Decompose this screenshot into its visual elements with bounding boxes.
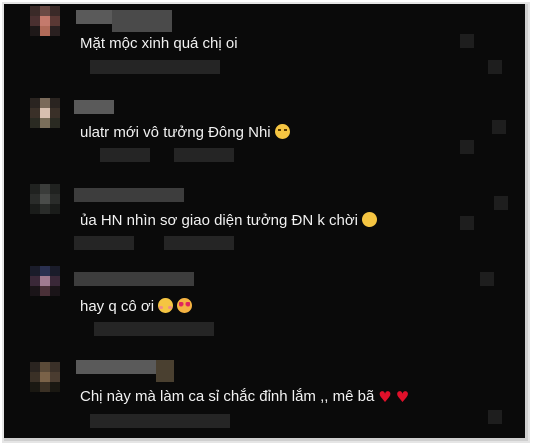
blurred-meta: [90, 60, 220, 74]
comment-text: Mặt mộc xinh quá chị oi: [80, 35, 238, 52]
red-heart-icon: ♥: [378, 388, 392, 406]
blurred-username: [74, 272, 194, 286]
avatar[interactable]: [30, 98, 62, 148]
blurred-username: [74, 100, 114, 114]
comment-item: Chị này mà làm ca sỉ chắc đỉnh lắm ,, mê…: [4, 348, 528, 428]
avatar[interactable]: [30, 362, 62, 412]
blurred-username: [76, 360, 156, 374]
comment-text: ulatr mới vô tưởng Đông Nhi: [80, 124, 290, 142]
comment-item: Mặt mộc xinh quá chị oi: [4, 4, 528, 84]
avatar[interactable]: [30, 266, 62, 316]
comment-text: ủa HN nhìn sơ giao diện tưởng ĐN k chời: [80, 209, 380, 230]
blurred-meta: [174, 148, 234, 162]
blurred-reaction: [488, 410, 502, 424]
comment-text: Chị này mà làm ca sỉ chắc đỉnh lắm ,, mê…: [80, 388, 409, 406]
avatar[interactable]: [30, 184, 62, 234]
rolling-laughing-emoji: [359, 209, 380, 230]
blurred-username: [74, 188, 184, 202]
blurred-meta: [94, 322, 214, 336]
blurred-meta: [90, 414, 230, 428]
red-heart-icon: ♥: [395, 388, 410, 406]
blurred-username: [112, 10, 172, 32]
blurred-reaction: [488, 60, 502, 74]
comment-item: ủa HN nhìn sơ giao diện tưởng ĐN k chời: [4, 176, 528, 256]
blurred-reaction: [492, 120, 506, 134]
heart-eyes-emoji: [177, 298, 193, 313]
blurred-meta: [74, 236, 134, 250]
comment-item: hay q cô ơi: [4, 262, 528, 342]
comment-text-content: ulatr mới vô tưởng Đông Nhi: [80, 124, 271, 141]
comment-text-content: hay q cô ơi: [80, 298, 155, 315]
comments-panel: Mặt mộc xinh quá chị oi ulatr mới vô tưở…: [2, 2, 530, 443]
grinning-sweat-emoji: [274, 124, 290, 139]
avatar[interactable]: [30, 6, 62, 56]
blush-emoji: [158, 298, 174, 313]
blurred-reaction: [460, 34, 474, 48]
blurred-reaction: [460, 216, 474, 230]
blurred-username: [156, 360, 174, 382]
comment-text-content: Chị này mà làm ca sỉ chắc đỉnh lắm ,, mê…: [80, 388, 375, 405]
blurred-username: [76, 10, 112, 24]
comment-item: ulatr mới vô tưởng Đông Nhi: [4, 90, 528, 170]
blurred-reaction: [494, 196, 508, 210]
blurred-reaction: [460, 140, 474, 154]
blurred-meta: [164, 236, 234, 250]
comment-text: hay q cô ơi: [80, 298, 193, 316]
blurred-reaction: [480, 272, 494, 286]
blurred-meta: [100, 148, 150, 162]
comment-text-content: ủa HN nhìn sơ giao diện tưởng ĐN k chời: [80, 212, 359, 229]
